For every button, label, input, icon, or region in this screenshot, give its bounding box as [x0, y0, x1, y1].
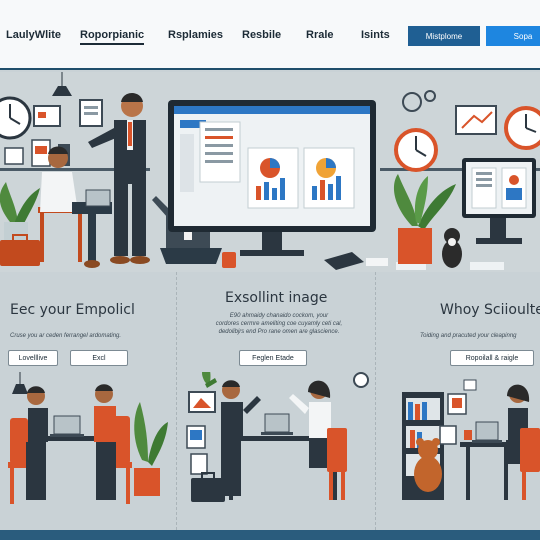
- section-button[interactable]: Feglen Etade: [239, 350, 307, 366]
- section-text-line-1: E90 ahmaidy chanaido cockom, your: [229, 313, 329, 319]
- gear-icon: [402, 92, 422, 112]
- section-illustration: [402, 379, 540, 500]
- section-button-1[interactable]: Lovelllive: [8, 350, 58, 366]
- hero-scene: [0, 72, 540, 270]
- clock-icon: [504, 106, 540, 150]
- nav-link-1[interactable]: Roporpianic: [80, 29, 145, 45]
- clock-icon: [394, 128, 438, 172]
- feature-section-1: Eec your Empolicl Cruse you ar ceden fer…: [0, 272, 176, 540]
- hero-illustration: [0, 72, 540, 272]
- plant-icon: [0, 182, 40, 242]
- picture-frame: [33, 105, 61, 127]
- section-button[interactable]: Ropoilall & raigle: [450, 350, 534, 366]
- section-title: Eec your Empolicl: [10, 302, 135, 318]
- brand-logo[interactable]: LaulyWlite: [6, 29, 61, 41]
- nav-link-5[interactable]: Isints: [361, 29, 390, 41]
- section-title: Whoy Sciioulte: [440, 302, 540, 318]
- nav-secondary-button[interactable]: Mistplome: [408, 26, 480, 46]
- feature-section-3: Whoy Sciioulte Toiding and pracuted your…: [376, 272, 540, 540]
- section-illustration: [8, 372, 168, 504]
- briefcase-icon: [191, 478, 225, 502]
- clock-icon: [353, 372, 369, 388]
- section-text: Toiding and pracuted your cleapinng: [420, 333, 517, 339]
- section-illustration: [186, 372, 369, 502]
- cat-icon: [442, 228, 462, 268]
- nav-link-3[interactable]: Resbile: [242, 29, 281, 41]
- mug-icon: [464, 430, 472, 440]
- section-text-line-3: dedolibjrs end Pro rane omen are glascie…: [218, 329, 340, 335]
- feature-section-2: Exsollint inage E90 ahmaidy chanaido coc…: [176, 272, 376, 540]
- section-button-2[interactable]: Excl: [70, 350, 128, 366]
- nav-primary-button[interactable]: Sopa: [486, 26, 540, 46]
- section-title: Exsollint inage: [225, 290, 328, 306]
- top-nav: LaulyWlite Roporpianic Rsplamies Resbile…: [0, 0, 540, 70]
- nav-link-4[interactable]: Rrale: [306, 29, 334, 41]
- mug-icon: [222, 252, 236, 268]
- briefcase-icon: [0, 240, 40, 266]
- clock-icon: [0, 96, 32, 140]
- footer-bar: [0, 530, 540, 540]
- nav-link-2[interactable]: Rsplamies: [168, 29, 223, 41]
- section-text: Cruse you ar ceden ferrangel ardomating.: [10, 333, 122, 339]
- monitor-icon: [462, 158, 536, 244]
- section-text-line-2: cordores cermre ameliting coe cuyamly ce…: [215, 321, 343, 327]
